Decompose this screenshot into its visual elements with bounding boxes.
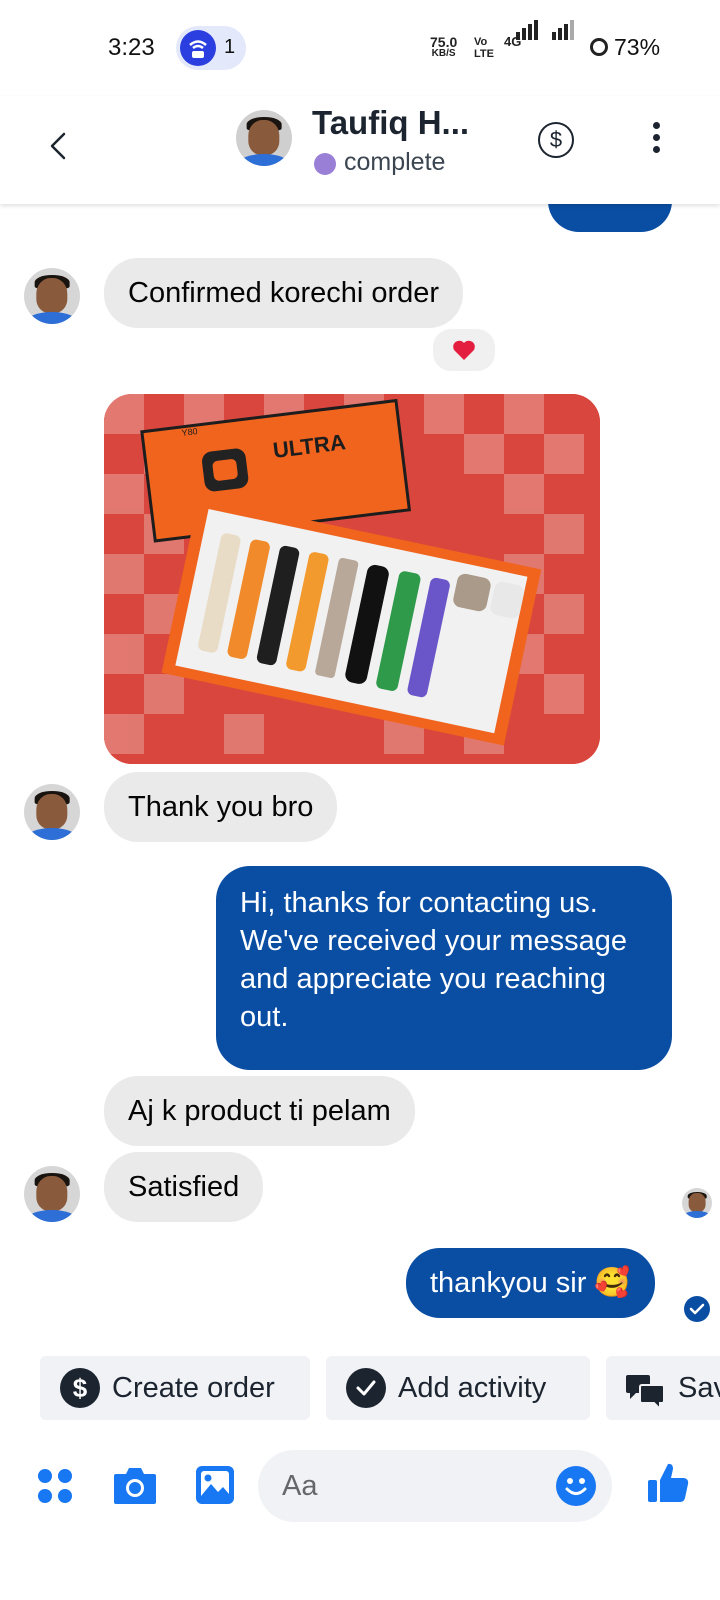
create-order-chip[interactable]: $ Create order: [40, 1356, 310, 1420]
battery-percent: 73%: [614, 34, 661, 60]
message-bubble-incoming[interactable]: Confirmed korechi order: [104, 258, 464, 328]
chat-header: Taufiq H... complete $: [0, 96, 720, 204]
network-speed: 75.0 KB/S: [430, 34, 458, 60]
box-model-text: Y80: [181, 426, 198, 438]
sender-avatar[interactable]: [24, 268, 80, 324]
message-bubble-incoming[interactable]: Aj k product ti pelam: [104, 1076, 415, 1146]
read-receipt-avatar: [682, 1188, 712, 1218]
chat-bubbles-icon: [624, 1370, 666, 1412]
saved-replies-chip[interactable]: Sav: [606, 1356, 720, 1420]
back-arrow-icon[interactable]: [40, 126, 80, 166]
thumbs-up-icon[interactable]: [646, 1460, 692, 1506]
contact-name[interactable]: Taufiq H...: [312, 104, 469, 142]
battery-icon: [590, 38, 608, 56]
saved-replies-label: Sav: [678, 1372, 720, 1404]
emoji-icon[interactable]: [556, 1466, 596, 1506]
message-bubble-incoming[interactable]: Satisfied: [104, 1152, 264, 1222]
message-input-placeholder: Aa: [282, 1470, 318, 1502]
speed-value: 75.0: [430, 34, 458, 50]
message-input[interactable]: Aa: [258, 1450, 612, 1522]
status-bar: 3:23 1 75.0 KB/S Vo LTE 4G 73%: [0, 0, 720, 96]
dollar-icon: $: [60, 1368, 100, 1408]
status-time: 3:23: [108, 34, 155, 61]
delivered-check-icon: [684, 1296, 710, 1322]
contact-status[interactable]: complete: [344, 148, 445, 177]
check-circle-icon: [346, 1368, 386, 1408]
create-order-label: Create order: [112, 1372, 275, 1404]
hotspot-icon: [180, 30, 216, 66]
more-options-icon[interactable]: [650, 122, 662, 158]
message-composer: Aa: [0, 1440, 720, 1550]
speed-unit: KB/S: [431, 48, 456, 59]
gallery-icon[interactable]: [194, 1464, 236, 1506]
message-bubble-outgoing[interactable]: thankyou sir 🥰: [406, 1248, 655, 1318]
apps-grid-icon[interactable]: [36, 1466, 76, 1506]
hotspot-indicator: 1: [176, 26, 246, 70]
message-photo[interactable]: ULTRA Y80: [104, 394, 600, 764]
heart-icon: [453, 340, 475, 360]
contact-avatar[interactable]: [236, 110, 292, 166]
volte-label: Vo LTE: [474, 36, 494, 60]
camera-icon[interactable]: [112, 1464, 158, 1506]
add-activity-label: Add activity: [398, 1372, 547, 1404]
quick-actions-bar: $ Create order Add activity Sav: [0, 1356, 720, 1420]
sender-avatar[interactable]: [24, 1166, 80, 1222]
message-bubble-incoming[interactable]: Thank you bro: [104, 772, 338, 842]
message-bubble-outgoing[interactable]: Hi, thanks for contacting us. We've rece…: [216, 866, 672, 1070]
add-activity-chip[interactable]: Add activity: [326, 1356, 590, 1420]
hotspot-count: 1: [224, 36, 236, 58]
sender-avatar[interactable]: [24, 784, 80, 840]
status-dot-icon: [314, 153, 336, 175]
dollar-icon[interactable]: $: [538, 122, 574, 158]
reaction-badge[interactable]: [430, 326, 498, 374]
